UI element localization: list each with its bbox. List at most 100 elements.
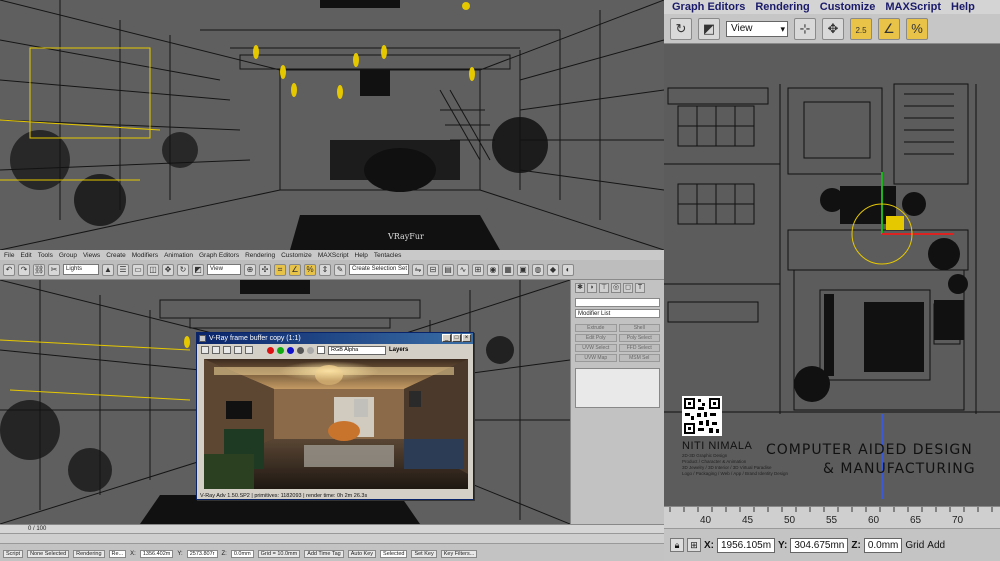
curve-editor-icon[interactable]: ∿ — [457, 263, 469, 276]
menu-item[interactable]: Views — [83, 252, 100, 259]
hierarchy-tab-icon[interactable]: ⊤ — [599, 283, 609, 293]
modifier-list-select[interactable]: Modifier List — [575, 309, 660, 318]
link-icon[interactable]: ⛓ — [33, 263, 45, 276]
material-editor-icon[interactable]: ◉ — [487, 263, 499, 276]
key-mode-select[interactable]: Selected — [380, 549, 408, 558]
time-slider[interactable]: 0 / 100 — [0, 525, 664, 534]
menu-item[interactable]: MAXScript — [318, 252, 349, 259]
menu-item-help[interactable]: Help — [951, 1, 975, 13]
unlink-icon[interactable]: ✂ — [48, 263, 60, 276]
menu-item[interactable]: Tools — [38, 252, 53, 259]
menu-item[interactable]: Create — [106, 252, 126, 259]
motion-tab-icon[interactable]: ◎ — [611, 283, 621, 293]
lock-selection-icon[interactable]: 🔒︎ — [670, 538, 684, 552]
menu-item-customize[interactable]: Customize — [820, 1, 876, 13]
utilities-tab-icon[interactable]: T — [635, 283, 645, 293]
snap-toggle-icon[interactable]: ⌗ — [274, 263, 286, 276]
key-filters-button[interactable]: Key Filters... — [440, 549, 478, 558]
edit-named-selection-icon[interactable]: ✎ — [334, 263, 346, 276]
mirror-icon[interactable]: ⇋ — [412, 263, 424, 276]
reference-coord-select[interactable]: View — [207, 264, 241, 275]
red-channel-icon[interactable] — [267, 346, 274, 354]
copy-icon[interactable] — [234, 346, 242, 354]
modifier-button[interactable]: UVW Map — [575, 354, 617, 362]
angle-snap-icon[interactable]: ∠ — [878, 17, 900, 40]
region-select-icon[interactable]: ▭ — [132, 263, 144, 276]
modifier-stack[interactable] — [575, 368, 660, 408]
menu-item[interactable]: Help — [355, 252, 368, 259]
render-teapot-icon[interactable]: ◆ — [547, 263, 559, 276]
schematic-view-icon[interactable]: ⊞ — [472, 263, 484, 276]
percent-snap-icon[interactable]: % — [304, 263, 316, 276]
display-tab-icon[interactable]: ◻ — [623, 283, 633, 293]
menu-item-rendering[interactable]: Rendering — [755, 1, 809, 13]
render-setup-icon[interactable]: ▦ — [502, 263, 514, 276]
absolute-mode-icon[interactable]: ⊞ — [687, 538, 701, 552]
display-color-icon[interactable] — [317, 346, 325, 354]
modifier-button[interactable]: FFD Select — [618, 344, 660, 352]
window-crossing-icon[interactable]: ◫ — [147, 263, 159, 276]
y-coord-field[interactable]: 2573.807r — [186, 549, 218, 558]
close-x-icon[interactable] — [245, 346, 253, 354]
minimize-button[interactable]: _ — [442, 334, 451, 342]
activeshade-icon[interactable]: ◐ — [562, 263, 574, 276]
modifier-button[interactable]: Extrude — [575, 324, 617, 332]
menu-item[interactable]: Tentacles — [374, 252, 401, 259]
track-bar[interactable] — [0, 534, 664, 544]
scale-icon[interactable]: ◩ — [192, 263, 204, 276]
angle-snap-icon[interactable]: ∠ — [289, 263, 301, 276]
menu-item[interactable]: File — [4, 252, 14, 259]
modifier-button[interactable]: Poly Select — [618, 334, 660, 342]
menu-item-graph-editors[interactable]: Graph Editors — [672, 1, 745, 13]
menu-item[interactable]: Edit — [20, 252, 31, 259]
save-image-icon[interactable] — [201, 346, 209, 354]
select-move-icon[interactable]: ✥ — [162, 263, 174, 276]
rendered-frame-icon[interactable]: ▣ — [517, 263, 529, 276]
add-label[interactable]: Add — [927, 540, 945, 551]
align-icon[interactable]: ⊟ — [427, 263, 439, 276]
layers-label[interactable]: Layers — [389, 347, 408, 353]
modify-tab-icon[interactable]: ◗ — [587, 283, 597, 293]
pivot-icon[interactable]: ⊹ — [794, 17, 816, 40]
close-button[interactable]: × — [462, 334, 471, 342]
rotate-icon[interactable]: ↻ — [670, 17, 692, 40]
select-object-icon[interactable]: ▲ — [102, 263, 114, 276]
window-titlebar[interactable]: V-Ray frame buffer copy (1:1) _ □ × — [197, 333, 473, 344]
green-channel-icon[interactable] — [277, 346, 284, 354]
render-production-icon[interactable]: ◍ — [532, 263, 544, 276]
modifier-button[interactable]: Edit Poly — [575, 334, 617, 342]
alpha-channel-icon[interactable] — [297, 346, 304, 354]
redo-icon[interactable]: ↷ — [18, 263, 30, 276]
frame-ruler[interactable]: 40 45 50 55 60 65 70 — [664, 506, 1000, 528]
modifier-button[interactable]: Shell — [618, 324, 660, 332]
top-viewport[interactable] — [664, 44, 1000, 506]
perspective-viewport-top[interactable]: VRayFur — [0, 0, 664, 250]
mono-icon[interactable] — [307, 346, 314, 354]
manipulate-icon[interactable]: ✣ — [259, 263, 271, 276]
undo-icon[interactable]: ↶ — [3, 263, 15, 276]
select-by-name-icon[interactable]: ☰ — [117, 263, 129, 276]
x-coord-field[interactable]: 1956.105m — [717, 537, 776, 553]
add-time-tag[interactable]: Add Time Tag — [304, 549, 344, 558]
menu-item[interactable]: Graph Editors — [199, 252, 239, 259]
rendered-image[interactable] — [204, 359, 468, 489]
maximize-button[interactable]: □ — [452, 334, 461, 342]
render-tab[interactable]: Rendering — [73, 549, 105, 558]
scale-icon[interactable]: ◩ — [698, 17, 720, 40]
percent-snap-icon[interactable]: % — [906, 17, 928, 40]
auto-key-button[interactable]: Auto Key — [347, 549, 377, 558]
z-coord-field[interactable]: 0.0mm — [863, 537, 903, 553]
rotate-icon[interactable]: ↻ — [177, 263, 189, 276]
clone-icon[interactable] — [212, 346, 220, 354]
selection-filter-select[interactable]: Lights — [63, 264, 99, 275]
channel-select[interactable]: RGB Alpha — [328, 345, 386, 355]
menu-item[interactable]: Animation — [164, 252, 193, 259]
named-selection-set-select[interactable]: Create Selection Set — [349, 264, 409, 275]
select-manipulate-icon[interactable]: ✥ — [822, 17, 844, 40]
z-coord-field[interactable]: 0.0mm — [230, 549, 254, 558]
create-tab-icon[interactable]: ✱ — [575, 283, 585, 293]
y-coord-field[interactable]: 304.675mn — [790, 537, 849, 553]
reference-coord-select[interactable]: View — [726, 20, 788, 37]
set-key-button[interactable]: Set Key — [411, 549, 437, 558]
menu-item[interactable]: Group — [59, 252, 77, 259]
